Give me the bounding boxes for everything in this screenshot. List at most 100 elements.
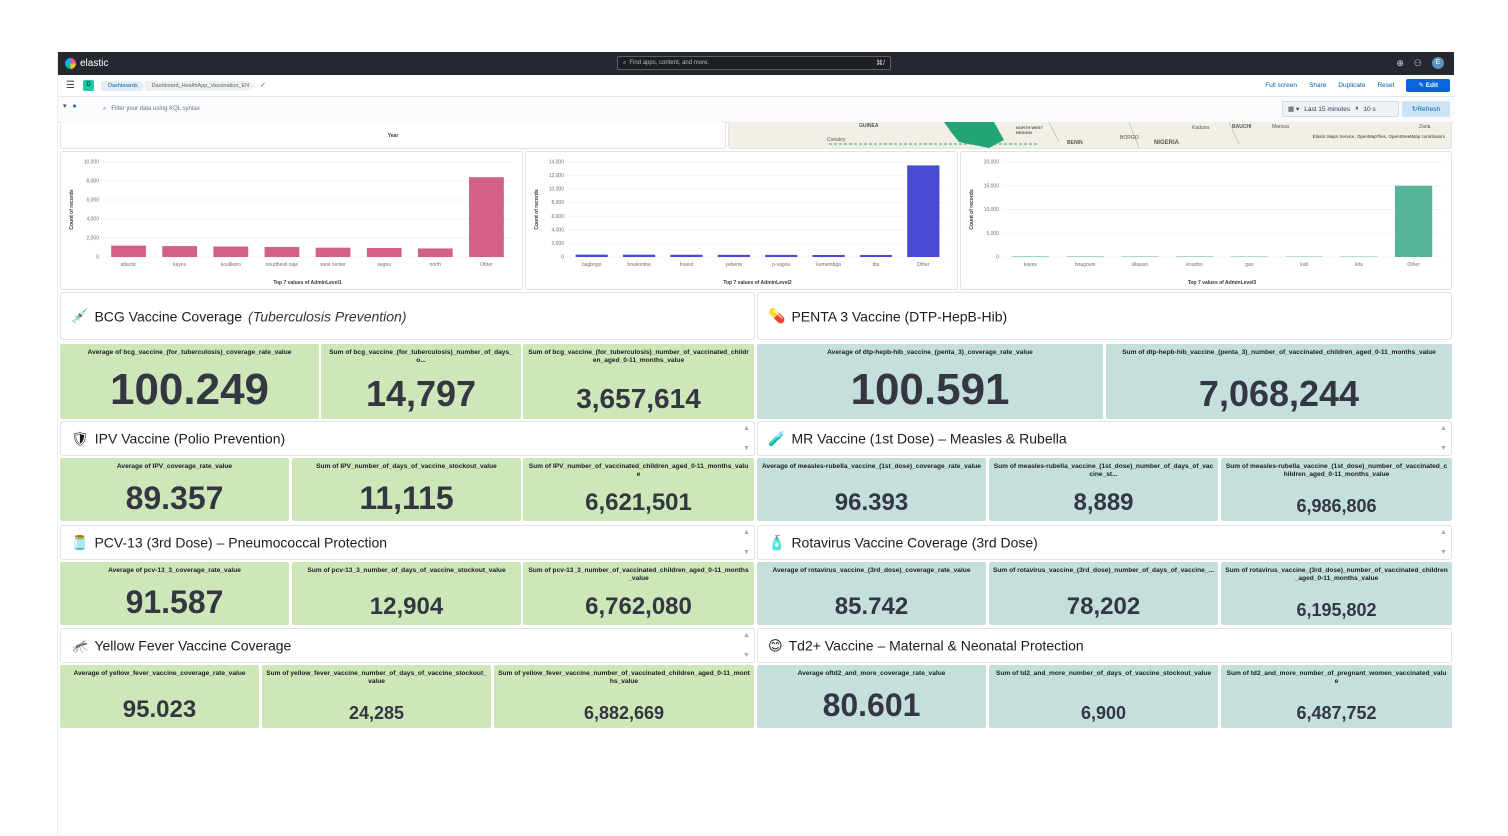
scrollbar[interactable]: ▲ ▼	[742, 529, 751, 556]
search-icon: ⌕	[103, 105, 107, 112]
bar	[366, 247, 402, 257]
x-tick-label: kumembga	[816, 262, 841, 268]
bar-chart: 0 2,000 4,000 6,000 8,000 10,000 12,000 14,000 b…	[534, 160, 947, 286]
metric-tile: Sum of bcg_vaccine_(for_tuberculosis)_nu…	[321, 344, 521, 419]
section-title-text: PCV-13 (3rd Dose) – Pneumococcal Protect…	[94, 534, 388, 551]
breadcrumb-current: Dashboard_HealthApp_Vaccination_EN	[144, 81, 257, 91]
scroll-down-icon[interactable]: ▼	[1440, 445, 1447, 452]
scroll-down-icon[interactable]: ▼	[743, 652, 750, 659]
scrollbar[interactable]: ▲ ▼	[742, 425, 751, 452]
global-search-input[interactable]: ⌕ Find apps, content, and more. ⌘/	[617, 56, 891, 70]
scroll-down-icon[interactable]: ▼	[743, 445, 750, 452]
duplicate-button[interactable]: Duplicate	[1338, 82, 1365, 89]
bar	[717, 254, 750, 257]
metric-label: Sum of IPV_number_of_days_of_vaccine_sto…	[316, 463, 497, 470]
elastic-logo[interactable]: elastic	[65, 56, 108, 71]
filter-options-icon[interactable]: ●	[73, 103, 77, 110]
section-title-text: PENTA 3 Vaccine (DTP-HepB-Hib)	[791, 308, 1008, 324]
avatar[interactable]: E	[1432, 57, 1444, 69]
metric-tile: Sum of bcg_vaccine_(for_tuberculosis)_nu…	[523, 344, 754, 419]
scroll-up-icon[interactable]: ▲	[1440, 425, 1447, 432]
help-icon[interactable]: ⊕	[1396, 58, 1404, 69]
bar-chart: 0 2,000 4,000 6,000 8,000 10,000 atlantic kayes…	[69, 160, 512, 286]
scroll-up-icon[interactable]: ▲	[743, 425, 750, 432]
metric-label: Sum of bcg_vaccine_(for_tuberculosis)_nu…	[528, 349, 749, 364]
time-picker[interactable]: ▦ ▾ Last 15 minutes ⏸ 10 s	[1282, 101, 1399, 117]
bar	[859, 255, 893, 257]
news-icon[interactable]: ⚇	[1414, 58, 1422, 69]
metric-value: 89.357	[125, 480, 224, 516]
edit-label: Edit	[1425, 82, 1438, 89]
scroll-up-icon[interactable]: ▲	[743, 529, 750, 536]
section-title: 💊 PENTA 3 Vaccine (DTP-HepB-Hib)	[768, 308, 1007, 325]
metric-tile: Average oftd2_and_more_coverage_rate_val…	[757, 665, 986, 728]
section-title-text: BCG Vaccine Coverage	[94, 308, 243, 324]
map-label-maroua: Maroua	[1272, 124, 1289, 130]
dashboard-actions: Full screen Share Duplicate Reset ✎ Edit	[1265, 79, 1450, 92]
map-label-borgo: BORGO	[1120, 135, 1139, 141]
section-title: 🦟 Yellow Fever Vaccine Coverage	[71, 637, 291, 654]
brand-name: elastic	[80, 58, 109, 69]
y-axis-label: Count of records	[69, 189, 75, 229]
map-panel[interactable]: GUINEA Conakry NORTH WEST REGION BENIN B…	[728, 122, 1452, 149]
dashboard-app: elastic ⌕ Find apps, content, and more. …	[57, 52, 1454, 836]
metric-label: Sum of td2_and_more_number_of_days_of_va…	[995, 670, 1212, 677]
metric-tile: Sum of pcv-13_3_number_of_vaccinated_chi…	[523, 562, 754, 625]
menu-icon[interactable]: ☰	[66, 80, 75, 91]
map-label-bauchi: BAUCHI	[1232, 124, 1252, 130]
pencil-icon: ✎	[1418, 82, 1426, 89]
section-title-panel: 💉 BCG Vaccine Coverage (Tuberculosis Preve…	[60, 292, 755, 340]
scroll-up-icon[interactable]: ▲	[1440, 529, 1447, 536]
edit-button[interactable]: ✎ Edit	[1406, 79, 1450, 92]
breadcrumb-dashboards[interactable]: Dashboards	[101, 81, 145, 91]
metric-tile: Average of yellow_fever_vaccine_coverage…	[60, 665, 259, 728]
scrollbar[interactable]: ▲ ▼	[1439, 529, 1448, 556]
space-badge[interactable]: D	[83, 80, 94, 91]
y-tick-label: 10,000	[984, 207, 1000, 213]
metric-tile: Sum of rotavirus_vaccine_(3rd_dose)_numb…	[1221, 562, 1452, 625]
bar	[1011, 256, 1049, 257]
metric-tile: Average of dtp-hepb-hib_vaccine_(penta_3…	[757, 344, 1103, 419]
section-icon: 🛡	[71, 430, 89, 446]
metric-value: 8,889	[1073, 489, 1134, 516]
bar	[907, 165, 940, 257]
metric-label: Average of yellow_fever_vaccine_coverage…	[73, 670, 246, 677]
map-label-benin: BENIN	[1067, 140, 1083, 146]
metric-tile: Sum of yellow_fever_vaccine_number_of_va…	[494, 665, 754, 728]
metric-value: 100.249	[109, 365, 270, 414]
metric-tile: Sum of rotavirus_vaccine_(3rd_dose)_numb…	[989, 562, 1218, 625]
section-icon: 🧴	[768, 534, 786, 550]
scroll-down-icon[interactable]: ▼	[743, 549, 750, 556]
section-title-panel: 🫙 PCV-13 (3rd Dose) – Pneumococcal Protec…	[60, 525, 755, 560]
y-tick-label: 0	[96, 255, 99, 261]
metric-tile: Average of rotavirus_vaccine_(3rd_dose)_…	[757, 562, 986, 625]
scroll-up-icon[interactable]: ▲	[743, 632, 750, 639]
map-attribution[interactable]: Elastic Maps Service, OpenMapTiles, Open…	[1313, 134, 1445, 139]
metric-tile: Sum of measles-rubella_vaccine_(1st_dose…	[989, 458, 1218, 521]
x-tick-label: sikasso	[1132, 262, 1149, 268]
kql-query-input[interactable]: ⌕ Filter your data using KQL syntax	[103, 102, 1278, 116]
chevron-down-icon[interactable]: ▾	[63, 102, 67, 110]
scrollbar[interactable]: ▲ ▼	[1439, 425, 1448, 452]
metric-label: Sum of measles-rubella_vaccine_(1st_dose…	[1225, 463, 1448, 478]
x-tick-label: yeberte	[725, 262, 742, 268]
share-button[interactable]: Share	[1309, 82, 1326, 89]
refresh-button[interactable]: ↻ Refresh	[1402, 101, 1450, 117]
metric-value: 96.393	[834, 489, 909, 516]
full-screen-button[interactable]: Full screen	[1265, 82, 1297, 89]
metric-tile: Sum of IPV_number_of_vaccinated_children…	[523, 458, 754, 521]
y-tick-label: 8,000	[551, 200, 564, 206]
section-title-panel: 🛡 IPV Vaccine (Polio Prevention) ▲ ▼	[60, 421, 755, 456]
query-controls: ▾ ●	[63, 102, 77, 111]
metric-label: Average of measles-rubella_vaccine_(1st_…	[762, 463, 981, 470]
section-icon: 🦟	[71, 637, 89, 653]
y-tick-label: 6,000	[86, 198, 99, 204]
metric-label: Sum of yellow_fever_vaccine_number_of_da…	[266, 670, 487, 685]
x-tick-label: north	[430, 262, 442, 268]
metric-tile: Average of bcg_vaccine_(for_tuberculosis…	[60, 344, 319, 419]
scrollbar[interactable]: ▲ ▼	[742, 632, 751, 659]
scroll-down-icon[interactable]: ▼	[1440, 549, 1447, 556]
y-tick-label: 8,000	[86, 179, 99, 185]
reset-button[interactable]: Reset	[1377, 82, 1394, 89]
metric-tile: Average of pcv-13_3_coverage_rate_value 9…	[60, 562, 289, 625]
